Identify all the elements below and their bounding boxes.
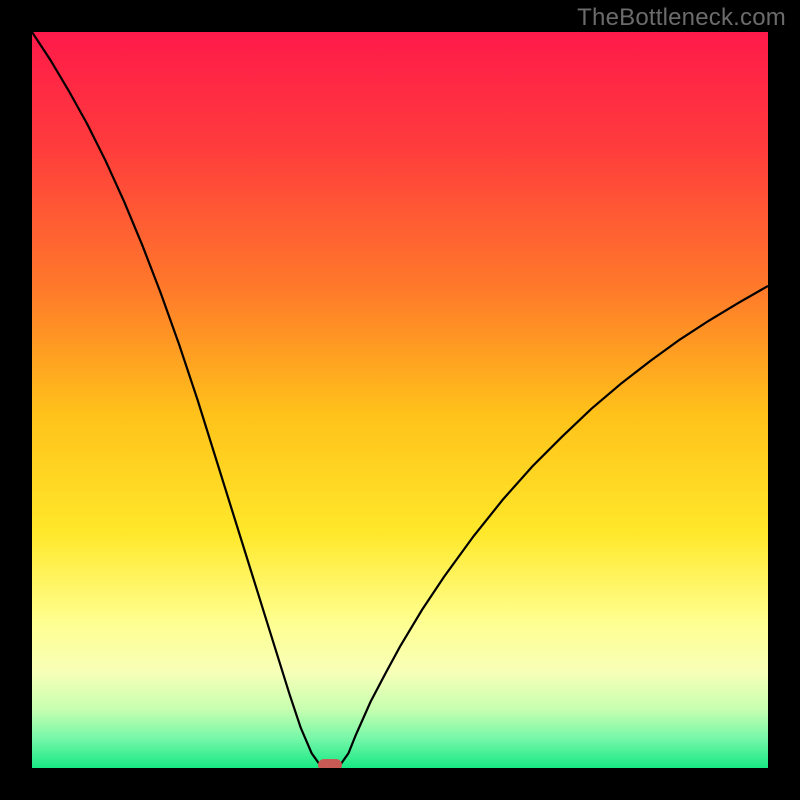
optimal-marker [318,759,342,768]
watermark-text: TheBottleneck.com [577,4,786,32]
curve-svg [32,32,768,768]
plot-area [32,32,768,768]
chart-frame: TheBottleneck.com [0,0,800,800]
bottleneck-curve-path [32,32,768,767]
